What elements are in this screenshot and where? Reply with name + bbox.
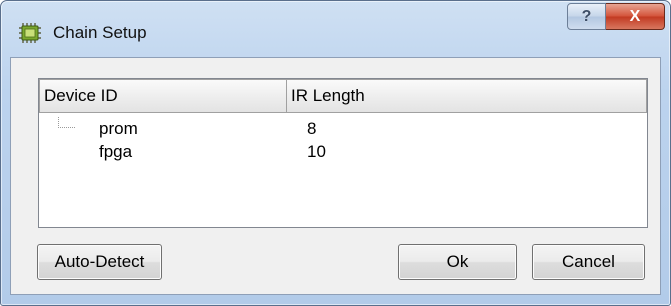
caption-buttons: ? X bbox=[567, 3, 665, 30]
column-header-ir-length[interactable]: IR Length bbox=[287, 79, 647, 113]
device-chain-list[interactable]: Device ID IR Length prom 8 fpga 10 bbox=[38, 78, 648, 228]
chip-icon bbox=[18, 22, 42, 44]
ok-button[interactable]: Ok bbox=[398, 244, 517, 280]
title-bar[interactable]: Chain Setup ? X bbox=[1, 1, 670, 61]
cancel-button[interactable]: Cancel bbox=[532, 244, 645, 280]
device-id-cell: fpga bbox=[99, 142, 133, 161]
close-button[interactable]: X bbox=[606, 3, 665, 30]
help-icon: ? bbox=[581, 7, 592, 25]
ir-length-cell: 8 bbox=[307, 119, 317, 138]
ir-length-cell: 10 bbox=[307, 142, 326, 161]
chain-setup-dialog: Chain Setup ? X Device ID IR Length prom… bbox=[0, 0, 671, 306]
list-item[interactable]: fpga 10 bbox=[39, 142, 639, 164]
column-header-device-id[interactable]: Device ID bbox=[39, 79, 287, 113]
window-title: Chain Setup bbox=[53, 23, 147, 42]
list-header: Device ID IR Length bbox=[39, 79, 647, 113]
list-item[interactable]: prom 8 bbox=[39, 119, 639, 141]
device-id-cell: prom bbox=[99, 119, 138, 138]
auto-detect-button[interactable]: Auto-Detect bbox=[37, 244, 162, 280]
close-icon: X bbox=[629, 7, 641, 25]
dialog-body: Device ID IR Length prom 8 fpga 10 Auto-… bbox=[10, 57, 661, 295]
help-button[interactable]: ? bbox=[567, 3, 606, 30]
